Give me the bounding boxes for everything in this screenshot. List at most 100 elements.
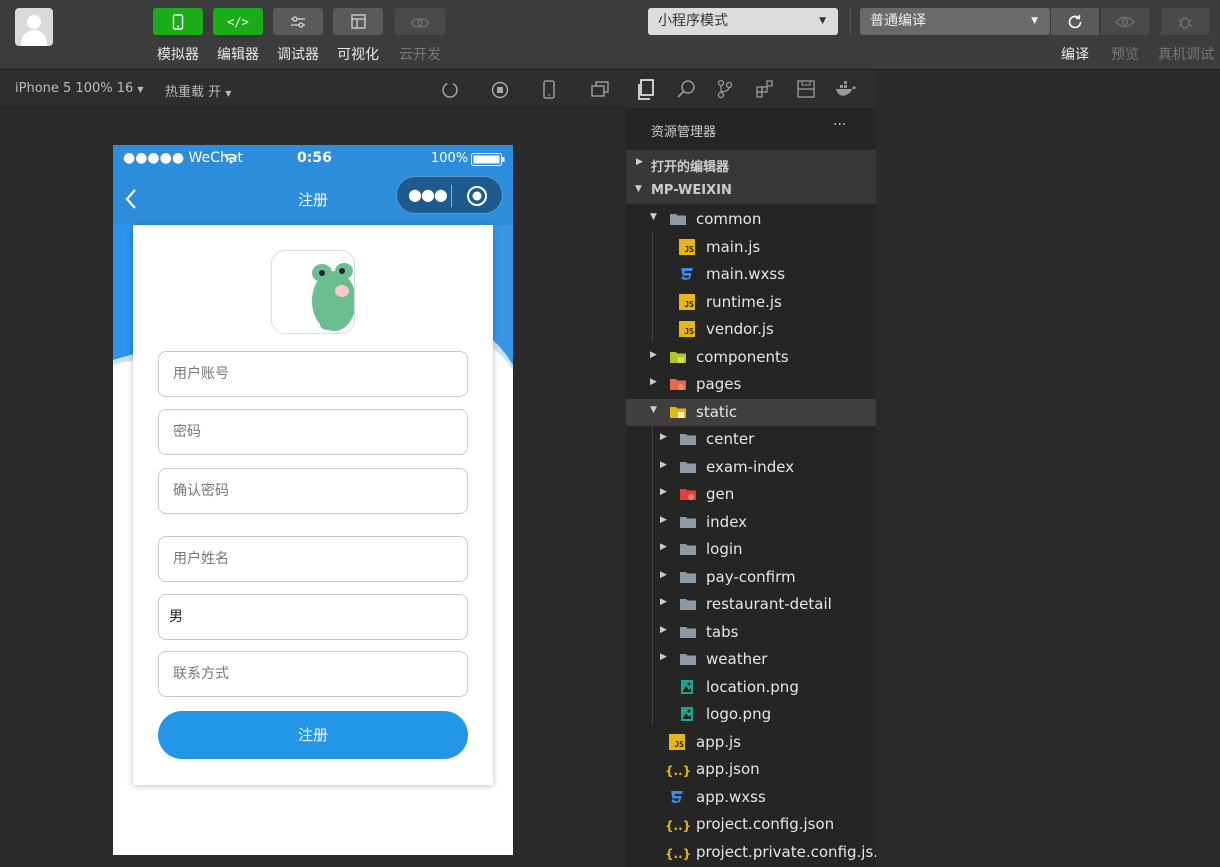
save-icon[interactable] [797, 79, 815, 99]
remote-debug-button[interactable] [1161, 8, 1209, 35]
tree-item[interactable]: JS main.js [626, 234, 876, 261]
tree-item[interactable]: {..} project.config.json [626, 811, 876, 838]
tree-item[interactable]: ▶ index [626, 509, 876, 536]
debugger-toggle-button[interactable] [273, 8, 323, 35]
rotate-icon[interactable] [441, 81, 459, 99]
record-stop-icon[interactable] [491, 81, 509, 99]
tree-item[interactable]: ▶ weather [626, 646, 876, 673]
editor-label: 编辑器 [217, 47, 259, 63]
extensions-icon[interactable] [755, 79, 775, 99]
detach-window-icon[interactable] [591, 81, 609, 97]
cloud-icon [411, 17, 429, 28]
tree-item[interactable]: ▶ pay-confirm [626, 564, 876, 591]
tree-item[interactable]: ▼ static [626, 398, 876, 426]
tree-item[interactable]: JS vendor.js [626, 316, 876, 343]
tree-item[interactable]: ▶ tabs [626, 619, 876, 646]
chevron-right-icon: ▶ [650, 377, 657, 387]
tree-item[interactable]: ▶ exam-index [626, 454, 876, 481]
capsule-menu: ●●● [396, 176, 503, 214]
tree-item[interactable]: ▼ common [626, 206, 876, 233]
tree-item[interactable]: app.wxss [626, 784, 876, 811]
battery-percent: 100% [431, 151, 469, 166]
tree-item-label: login [706, 540, 743, 558]
tree-item[interactable]: logo.png [626, 701, 876, 728]
tree-item[interactable]: {..} project.private.config.js... [626, 839, 888, 866]
simulator-toggle-button[interactable] [153, 8, 203, 35]
tree-item-label: common [696, 210, 762, 228]
layout-icon [350, 14, 366, 29]
tree-item[interactable]: ▶ components [626, 344, 876, 371]
docker-icon[interactable] [835, 80, 857, 98]
compile-select[interactable]: 普通编译 ▼ [860, 8, 1050, 35]
search-icon[interactable] [676, 79, 696, 99]
tree-item[interactable]: JS app.js [626, 729, 876, 756]
tree-item[interactable]: {..} app.json [626, 756, 876, 783]
static-folder-icon [669, 404, 686, 420]
register-button[interactable]: 注册 [158, 711, 468, 759]
top-toolbar: 模拟器 </> 编辑器 调试器 可视化 云开发 小程序模式 ▼ 普通编译 ▼ 编… [0, 0, 1220, 70]
files-icon[interactable] [636, 79, 656, 101]
folder-icon [679, 596, 696, 612]
editor-toggle-button[interactable]: </> [213, 8, 263, 35]
tree-item-label: pages [696, 375, 742, 393]
user-name-input[interactable]: 用户姓名 [158, 536, 468, 582]
visual-toggle-button[interactable] [333, 8, 383, 35]
tree-item-label: location.png [706, 677, 799, 696]
chevron-down-icon: ▼ [819, 16, 826, 26]
more-actions-icon[interactable]: ··· [833, 117, 846, 133]
js-file-icon: JS [669, 733, 685, 750]
tree-item[interactable]: location.png [626, 674, 876, 701]
cloud-dev-label: 云开发 [399, 47, 441, 63]
tree-item[interactable]: ▶ center [626, 426, 876, 453]
tree-item[interactable]: main.wxss [626, 261, 876, 288]
account-input[interactable]: 用户账号 [158, 351, 468, 397]
phone-screen: ●●●●● WeChat 0:56 100% 注册 ●●● 用户账号 密码 确认… [113, 145, 513, 855]
hot-reload-select[interactable]: 热重载 开 ▼ [165, 81, 231, 100]
tree-item-label: main.js [706, 237, 761, 256]
tree-item-label: project.private.config.js... [696, 842, 888, 861]
indent-guide [652, 425, 653, 725]
chevron-right-icon: ▶ [660, 597, 667, 607]
chevron-down-icon: ▼ [635, 184, 642, 194]
chevron-right-icon: ▶ [660, 459, 667, 470]
cloud-dev-button[interactable] [395, 8, 445, 35]
tree-item[interactable]: ▶ restaurant-detail [626, 591, 876, 618]
tree-item-label: pay-confirm [706, 567, 796, 586]
device-select[interactable]: iPhone 5 100% 16 ▼ [15, 81, 144, 96]
file-explorer: 资源管理器 ··· ▶ 打开的编辑器 ▼ MP-WEIXIN ▼ common JS… [626, 108, 888, 867]
user-name-placeholder: 用户姓名 [173, 551, 229, 567]
gender-picker[interactable]: 男 [158, 594, 468, 640]
remote-debug-label: 真机调试 [1158, 47, 1214, 63]
confirm-password-input[interactable]: 确认密码 [158, 468, 468, 514]
contact-input[interactable]: 联系方式 [158, 651, 468, 697]
tree-item[interactable]: ▶ login [626, 536, 876, 563]
mode-select[interactable]: 小程序模式 ▼ [648, 8, 838, 35]
mode-select-value: 小程序模式 [658, 13, 728, 29]
source-control-icon[interactable] [716, 79, 734, 99]
gender-value: 男 [169, 609, 183, 625]
tree-item-label: app.wxss [696, 787, 766, 806]
preview-button[interactable] [1101, 8, 1149, 35]
phone-icon [172, 13, 184, 30]
tree-item[interactable]: ▶ pages [626, 371, 876, 398]
close-miniapp-icon[interactable] [466, 185, 488, 207]
tree-item-label: app.json [696, 760, 760, 778]
compile-button[interactable] [1051, 8, 1099, 35]
confirm-password-placeholder: 确认密码 [173, 483, 229, 499]
more-dots-icon[interactable]: ●●● [408, 185, 448, 204]
simulator-toolbar: iPhone 5 100% 16 ▼ 热重载 开 ▼ [0, 70, 626, 108]
tree-item[interactable]: ▶ gen [626, 481, 876, 508]
js-file-icon: JS [679, 321, 695, 337]
tree-item-label: logo.png [706, 705, 772, 723]
user-avatar[interactable] [15, 8, 53, 46]
password-input[interactable]: 密码 [158, 409, 468, 455]
tree-item[interactable]: JS runtime.js [626, 289, 876, 316]
open-editors-label: 打开的编辑器 [651, 160, 730, 175]
gen-folder-icon [679, 486, 696, 502]
phone-status-bar: ●●●●● WeChat 0:56 100% [113, 145, 513, 173]
tree-item-label: index [706, 512, 748, 531]
phone-icon[interactable] [543, 80, 555, 99]
open-editors-section[interactable]: ▶ 打开的编辑器 [626, 150, 876, 177]
image-file-icon [679, 706, 695, 722]
root-folder-section[interactable]: ▼ MP-WEIXIN [626, 177, 876, 204]
